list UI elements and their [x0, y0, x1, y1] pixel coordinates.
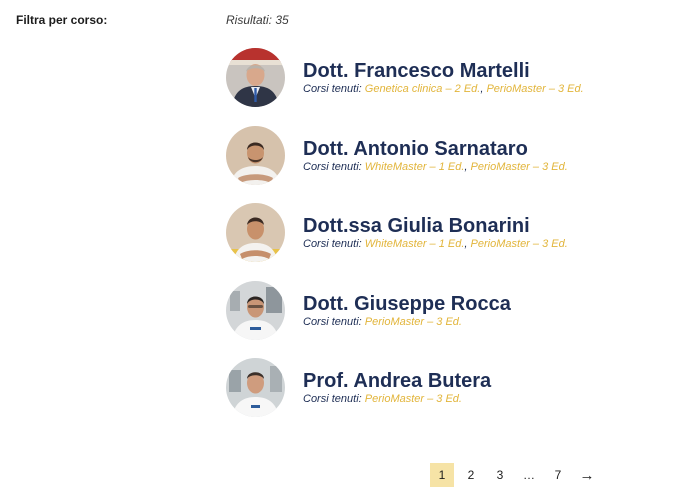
next-arrow-icon[interactable]: → — [575, 463, 599, 487]
page-2-button[interactable]: 2 — [459, 463, 483, 487]
doctor-avatar[interactable] — [226, 125, 285, 185]
courses-prefix: Corsi tenuti: — [303, 160, 362, 173]
doctor-courses: Corsi tenuti: WhiteMaster – 1 Ed., Perio… — [303, 161, 568, 173]
doctor-name[interactable]: Dott. Antonio Sarnataro — [303, 138, 528, 161]
filter-label: Filtra per corso: — [16, 13, 108, 27]
doctor-card: Dott. Antonio Sarnataro Corsi tenuti: Wh… — [226, 125, 666, 203]
course-link[interactable]: PerioMaster – 3 Ed. — [365, 393, 462, 405]
course-link[interactable]: PerioMaster – 3 Ed. — [486, 83, 583, 95]
pagination: 1 2 3 … 7 → — [430, 463, 604, 487]
course-link[interactable]: WhiteMaster – 1 Ed. — [365, 238, 465, 250]
page-7-button[interactable]: 7 — [546, 463, 570, 487]
page-1-button[interactable]: 1 — [430, 463, 454, 487]
doctor-avatar[interactable] — [226, 280, 285, 340]
courses-prefix: Corsi tenuti: — [303, 315, 362, 328]
course-link[interactable]: PerioMaster – 3 Ed. — [471, 161, 568, 173]
pagination-ellipsis: … — [523, 468, 535, 482]
doctor-courses: Corsi tenuti: PerioMaster – 3 Ed. — [303, 393, 462, 405]
doctor-name[interactable]: Prof. Andrea Butera — [303, 370, 491, 393]
doctor-courses: Corsi tenuti: Genetica clinica – 2 Ed., … — [303, 83, 584, 95]
course-link[interactable]: PerioMaster – 3 Ed. — [365, 316, 462, 328]
doctor-avatar[interactable] — [226, 358, 285, 417]
course-link[interactable]: PerioMaster – 3 Ed. — [471, 238, 568, 250]
results-count: Risultati: 35 — [226, 13, 289, 27]
doctor-avatar[interactable] — [226, 203, 285, 262]
doctor-list: Dott. Francesco Martelli Corsi tenuti: G… — [226, 47, 666, 435]
doctor-name[interactable]: Dott. Francesco Martelli — [303, 60, 530, 83]
page-3-button[interactable]: 3 — [488, 463, 512, 487]
doctor-courses: Corsi tenuti: PerioMaster – 3 Ed. — [303, 316, 462, 328]
doctor-card: Dott. Giuseppe Rocca Corsi tenuti: Perio… — [226, 280, 666, 358]
courses-prefix: Corsi tenuti: — [303, 238, 362, 250]
doctor-card: Dott. Francesco Martelli Corsi tenuti: G… — [226, 47, 666, 125]
doctor-name[interactable]: Dott.ssa Giulia Bonarini — [303, 215, 530, 238]
doctor-courses: Corsi tenuti: WhiteMaster – 1 Ed., Perio… — [303, 238, 568, 250]
doctor-name[interactable]: Dott. Giuseppe Rocca — [303, 293, 511, 316]
doctor-card: Dott.ssa Giulia Bonarini Corsi tenuti: W… — [226, 202, 666, 280]
courses-prefix: Corsi tenuti: — [303, 393, 362, 405]
courses-prefix: Corsi tenuti: — [303, 83, 362, 95]
course-link[interactable]: WhiteMaster – 1 Ed. — [365, 161, 465, 173]
doctor-card: Prof. Andrea Butera Corsi tenuti: PerioM… — [226, 357, 666, 435]
course-link[interactable]: Genetica clinica – 2 Ed. — [365, 83, 481, 95]
doctor-avatar[interactable] — [226, 48, 285, 107]
